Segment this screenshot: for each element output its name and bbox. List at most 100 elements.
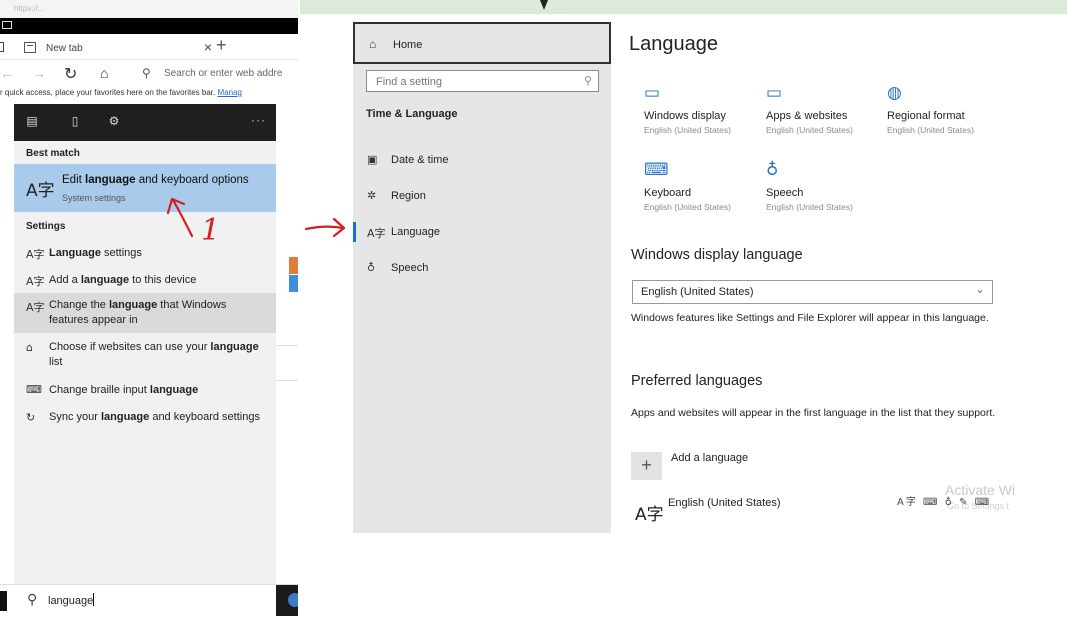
sidebar-item-date-time[interactable]: ▣ Date & time	[353, 148, 611, 172]
new-tab-button[interactable]: +	[216, 35, 227, 56]
text-caret	[93, 593, 95, 606]
documents-filter-icon[interactable]: ▯	[69, 115, 81, 127]
list-item[interactable]: A字 Add a language to this device	[14, 269, 276, 293]
selection-indicator	[353, 222, 356, 242]
caret-down-icon	[540, 0, 548, 10]
divider	[276, 380, 298, 381]
sidebar-item-region[interactable]: ✲ Region	[353, 184, 611, 208]
language-icon: A字	[26, 301, 45, 314]
sync-icon: ↻	[26, 411, 36, 424]
address-bar[interactable]: Search or enter web addre	[164, 68, 282, 79]
sidebar-item-language[interactable]: A字 Language	[353, 220, 611, 244]
browser-toolbar: ← → ↻ ⌂ ⚲ Search or enter web addre	[0, 60, 298, 88]
tile-regional-format[interactable]: ◍ Regional format English (United States…	[887, 80, 999, 135]
display-language-heading: Windows display language	[631, 247, 803, 263]
tile-windows-display[interactable]: ▭ Windows display English (United States…	[644, 80, 756, 135]
language-icon: A字	[635, 505, 664, 525]
tab-label: New tab	[46, 43, 83, 54]
divider	[276, 345, 298, 346]
start-button[interactable]	[0, 591, 7, 611]
step-1-label: 1	[201, 213, 221, 248]
search-input[interactable]: language	[48, 593, 95, 607]
cortana-button[interactable]	[276, 585, 298, 616]
display-language-description: Windows features like Settings and File …	[631, 312, 989, 324]
tab-new-tab[interactable]: New tab ×	[24, 37, 212, 59]
settings-sidebar: ⌂ Home Find a setting ⚲ Time & Language …	[353, 22, 611, 533]
tile-speech[interactable]: ♁ Speech English (United States)	[766, 157, 878, 212]
language-icon: A字	[26, 181, 55, 201]
display-language-dropdown[interactable]: English (United States) ⌄	[632, 280, 993, 304]
language-icon: A字	[367, 227, 386, 240]
manage-favorites-link[interactable]: Manag	[217, 88, 241, 97]
list-item[interactable]: ↻ Sync your language and keyboard settin…	[14, 408, 276, 444]
chevron-down-icon: ⌄	[974, 282, 985, 296]
taskbar-search: ⚲ language	[0, 584, 298, 616]
page-title: Language	[629, 33, 718, 55]
home-icon[interactable]: ⌂	[100, 65, 108, 81]
globe-icon: ✲	[367, 189, 377, 202]
refresh-icon[interactable]: ↻	[64, 64, 77, 84]
tile-keyboard[interactable]: ⌨ Keyboard English (United States)	[644, 157, 756, 212]
calendar-clock-icon: ▣	[367, 153, 378, 166]
more-icon[interactable]: ···	[251, 113, 266, 127]
list-item[interactable]: ⌂ Choose if websites can use your langua…	[14, 338, 276, 374]
window-icon: ▭	[766, 83, 783, 103]
language-entry[interactable]: English (United States)	[668, 497, 781, 509]
settings-heading: Settings	[26, 221, 66, 232]
home-button[interactable]: ⌂ Home	[353, 22, 611, 64]
monitor-icon: ▭	[644, 83, 661, 103]
tab-strip: New tab × +	[0, 34, 298, 60]
best-match-title: Edit language and keyboard options	[62, 174, 249, 186]
best-match-subtitle: System settings	[62, 193, 126, 203]
settings-filter-icon[interactable]: ⚙	[108, 115, 120, 127]
page-icon	[24, 42, 36, 53]
find-placeholder: Find a setting	[376, 76, 443, 88]
best-match-result[interactable]: A字 Edit language and keyboard options Sy…	[14, 164, 276, 212]
home-icon: ⌂	[369, 37, 377, 51]
braille-icon: ⌨	[26, 383, 42, 396]
home-label: Home	[393, 39, 423, 51]
list-item[interactable]: ⌨ Change braille input language	[14, 380, 276, 402]
browser-titlebar	[0, 18, 298, 34]
page-accent-blue	[289, 275, 298, 292]
language-icon: A字	[26, 248, 45, 261]
search-icon: ⚲	[27, 591, 38, 607]
globe-icon: ◍	[887, 83, 902, 103]
preferred-languages-heading: Preferred languages	[631, 373, 763, 389]
browser-window: https://... New tab × + ← → ↻ ⌂ ⚲ Search…	[0, 0, 298, 631]
favorites-text: r quick access, place your favorites her…	[0, 88, 216, 97]
list-item[interactable]: A字 Language settings	[14, 242, 276, 266]
best-match-heading: Best match	[26, 148, 80, 159]
add-language-button[interactable]: +	[631, 452, 662, 480]
language-features-icons: A字 ⌨ ♁ ✎ ⌨	[897, 497, 992, 508]
apps-filter-icon[interactable]: ▤	[26, 115, 38, 127]
tutorial-screenshot: https://... New tab × + ← → ↻ ⌂ ⚲ Search…	[0, 0, 1067, 631]
language-page: Language ▭ Windows display English (Unit…	[611, 14, 1067, 631]
page-accent-orange	[289, 257, 298, 274]
monitor-icon	[2, 21, 12, 29]
search-icon: ⚲	[142, 66, 151, 80]
start-search-panel: ▤ ▯ ⚙ ··· Best match A字 Edit language an…	[14, 104, 276, 584]
language-icon: A字	[26, 275, 45, 288]
section-title: Time & Language	[366, 108, 458, 120]
add-language-label[interactable]: Add a language	[671, 452, 748, 464]
list-item[interactable]: A字 Change the language that Windows feat…	[14, 293, 276, 333]
find-setting-input[interactable]: Find a setting ⚲	[366, 70, 599, 92]
microphone-icon: ♁	[367, 261, 376, 274]
arrow-to-language-icon	[304, 217, 346, 238]
tile-apps-websites[interactable]: ▭ Apps & websites English (United States…	[766, 80, 878, 135]
close-icon[interactable]: ×	[204, 39, 212, 55]
tab-actions-icon[interactable]	[0, 42, 4, 52]
top-strip	[300, 0, 1067, 14]
sidebar-item-speech[interactable]: ♁ Speech	[353, 256, 611, 280]
keyboard-icon: ⌨	[644, 160, 669, 180]
address-hint: https://...	[0, 0, 298, 18]
forward-icon[interactable]: →	[32, 65, 46, 81]
search-icon: ⚲	[583, 75, 592, 87]
dropdown-value: English (United States)	[641, 286, 754, 298]
microphone-icon: ♁	[766, 160, 779, 180]
back-icon[interactable]: ←	[0, 65, 14, 81]
lock-icon: ⌂	[26, 341, 33, 354]
favorites-bar: r quick access, place your favorites her…	[0, 88, 298, 102]
search-filter-bar: ▤ ▯ ⚙ ···	[14, 104, 276, 141]
